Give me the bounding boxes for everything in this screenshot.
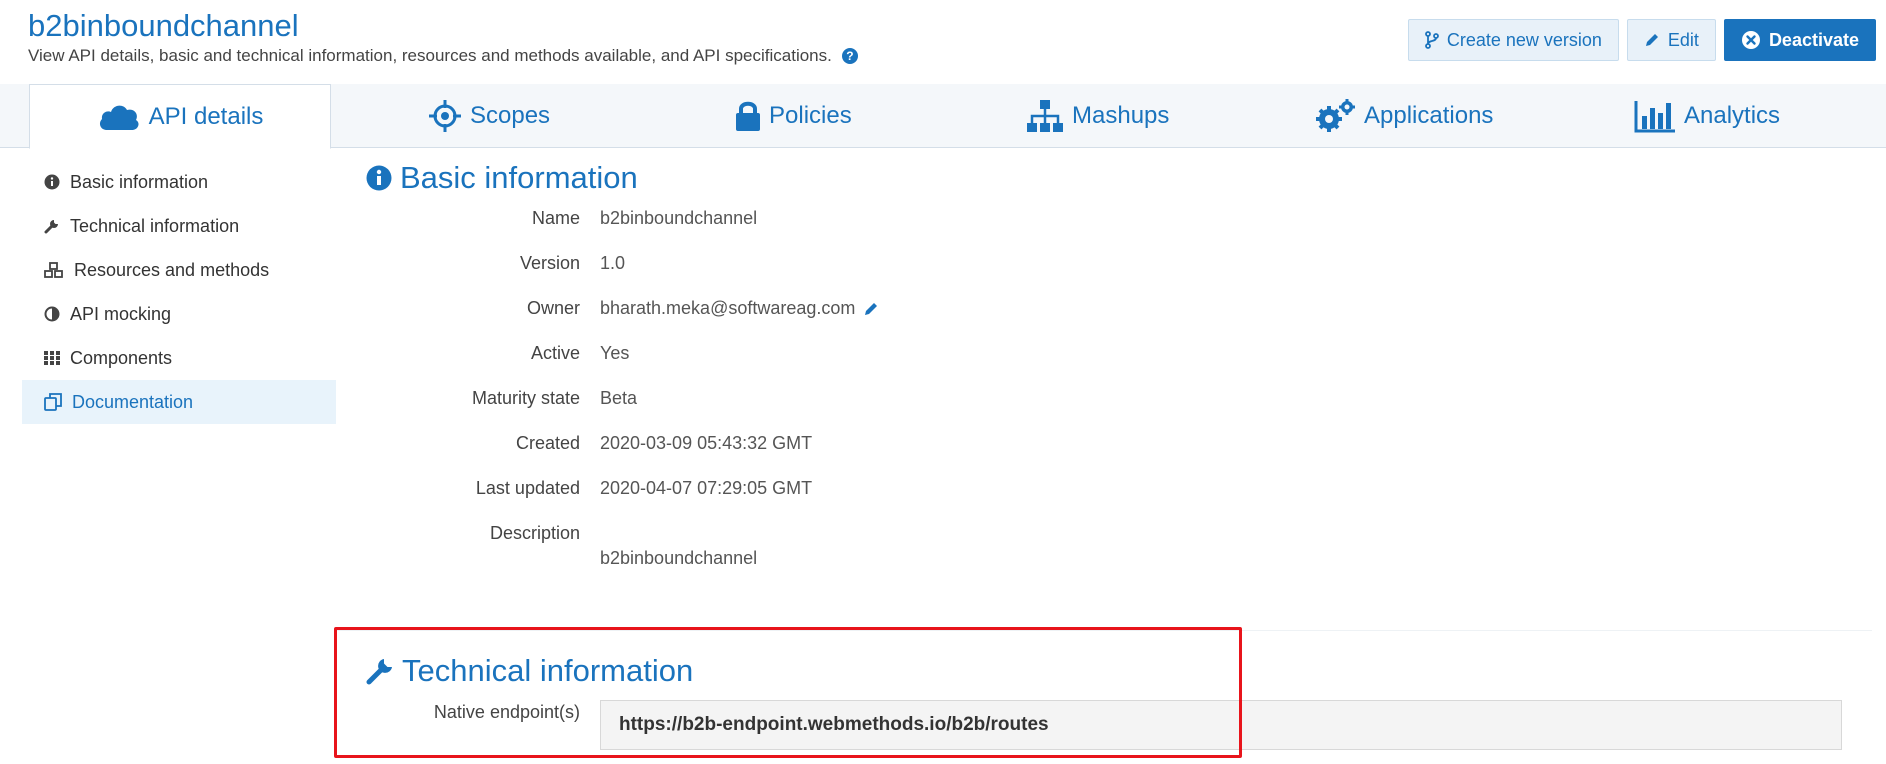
help-icon[interactable]: ? xyxy=(841,48,858,64)
tab-mashups-label: Mashups xyxy=(1072,102,1170,129)
info-label: Created xyxy=(515,433,580,453)
info-row-name: Name b2binboundchannel xyxy=(0,208,1886,238)
info-label: Maturity state xyxy=(471,388,580,408)
tab-policies[interactable]: Policies xyxy=(735,84,852,148)
pencil-icon[interactable] xyxy=(863,301,879,317)
info-row-last-updated: Last updated 2020-04-07 07:29:05 GMT xyxy=(0,478,1886,508)
tab-scopes-label: Scopes xyxy=(470,102,551,129)
info-label: Owner xyxy=(526,298,580,318)
active-value: Yes xyxy=(600,343,630,363)
basic-information-heading: Basic information xyxy=(366,160,638,196)
cloud-icon xyxy=(99,105,139,130)
bar-chart-icon xyxy=(1634,101,1675,133)
sidebar: Basic information Technical information … xyxy=(22,160,336,424)
tab-analytics-label: Analytics xyxy=(1684,102,1781,129)
tab-api-details-label: API details xyxy=(148,102,264,130)
tab-policies-label: Policies xyxy=(769,102,852,129)
info-row-owner: Owner bharath.meka@softwareag.com xyxy=(0,298,1886,328)
description-text-row: b2binboundchannel xyxy=(0,548,1886,578)
tab-scopes[interactable]: Scopes xyxy=(428,84,550,148)
wrench-icon xyxy=(366,659,392,685)
info-value: 1.0 xyxy=(600,253,625,274)
info-label: Last updated xyxy=(475,478,580,498)
technical-information-heading: Technical information xyxy=(366,653,693,689)
info-row-created: Created 2020-03-09 05:43:32 GMT xyxy=(0,433,1886,463)
sitemap-icon xyxy=(1027,100,1063,132)
info-label: Name xyxy=(531,208,580,228)
tab-applications-label: Applications xyxy=(1364,102,1494,129)
owner-value: bharath.meka@softwareag.com xyxy=(600,298,856,318)
page-subtitle: View API details, basic and technical in… xyxy=(28,46,858,66)
pencil-icon xyxy=(1645,34,1658,46)
info-label: Active xyxy=(530,343,580,363)
tab-api-details[interactable]: API details xyxy=(29,84,331,149)
info-value: Yes xyxy=(600,343,629,364)
section-divider xyxy=(336,630,1872,631)
sidebar-item-basic-information[interactable]: Basic information xyxy=(22,160,336,204)
header-actions: Create new version Edit Deactivate xyxy=(1407,19,1876,61)
create-new-version-label: Create new version xyxy=(1446,29,1602,50)
info-row-maturity-state: Maturity state Beta xyxy=(0,388,1886,418)
basic-information-title: Basic information xyxy=(400,160,638,195)
main-tabs: API details Scopes Policies Mashups Appl… xyxy=(0,84,1886,149)
page-header: b2binboundchannel View API details, basi… xyxy=(0,0,1886,84)
tab-analytics[interactable]: Analytics xyxy=(1634,84,1780,148)
last-updated-value: 2020-04-07 07:29:05 GMT xyxy=(600,478,813,498)
branch-icon xyxy=(1424,31,1439,49)
info-row-active: Active Yes xyxy=(0,343,1886,373)
tab-applications[interactable]: Applications xyxy=(1314,84,1493,148)
info-label: Description xyxy=(489,523,580,543)
sidebar-item-label: Basic information xyxy=(70,171,209,192)
create-new-version-button[interactable]: Create new version xyxy=(1407,19,1619,61)
tab-mashups[interactable]: Mashups xyxy=(1026,84,1169,148)
version-value: 1.0 xyxy=(600,253,626,273)
info-circle-icon xyxy=(366,165,392,191)
info-value: 2020-03-09 05:43:32 GMT xyxy=(600,433,812,454)
info-row-version: Version 1.0 xyxy=(0,253,1886,283)
lock-icon xyxy=(736,101,760,131)
created-value: 2020-03-09 05:43:32 GMT xyxy=(600,433,813,453)
crosshair-icon xyxy=(429,100,461,132)
native-endpoint-value: https://b2b-endpoint.webmethods.io/b2b/r… xyxy=(619,714,1049,735)
info-value: bharath.meka@softwareag.com xyxy=(600,298,879,319)
native-endpoint-field[interactable]: https://b2b-endpoint.webmethods.io/b2b/r… xyxy=(600,700,1842,750)
gears-icon xyxy=(1316,99,1355,132)
deactivate-button[interactable]: Deactivate xyxy=(1723,19,1876,61)
info-label: Version xyxy=(519,253,580,273)
info-label: Native endpoint(s) xyxy=(433,702,580,722)
info-value: 2020-04-07 07:29:05 GMT xyxy=(600,478,812,499)
edit-button[interactable]: Edit xyxy=(1626,19,1716,61)
info-circle-icon xyxy=(44,174,60,190)
close-circle-icon xyxy=(1741,31,1760,49)
description-value: b2binboundchannel xyxy=(600,548,758,568)
subtitle-text: View API details, basic and technical in… xyxy=(28,46,832,65)
technical-information-title: Technical information xyxy=(402,653,694,688)
name-value: b2binboundchannel xyxy=(600,208,758,228)
maturity-state-value: Beta xyxy=(600,388,638,408)
edit-label: Edit xyxy=(1667,29,1699,50)
page-title: b2binboundchannel xyxy=(28,8,299,43)
deactivate-label: Deactivate xyxy=(1768,29,1859,50)
info-value: Beta xyxy=(600,388,637,409)
info-value: b2binboundchannel xyxy=(600,208,757,229)
